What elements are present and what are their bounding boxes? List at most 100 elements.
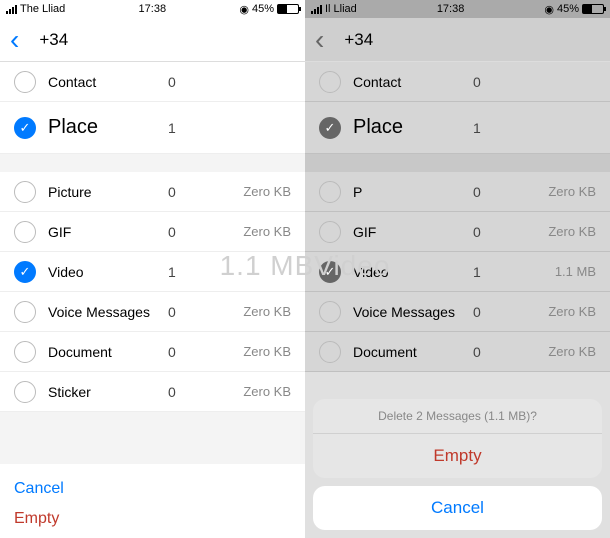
sheet-cancel-button[interactable]: Cancel xyxy=(313,486,602,530)
count-picture: 0 xyxy=(168,184,198,200)
size-gif: Zero KB xyxy=(548,224,596,239)
size-picture: Zero KB xyxy=(243,184,291,199)
row-video[interactable]: ✓ Video 1 xyxy=(0,252,305,292)
check-icon: ✓ xyxy=(20,120,31,136)
size-picture: Zero KB xyxy=(548,184,596,199)
nav-bar: ‹ +34 xyxy=(0,18,305,62)
battery-pct: 45% xyxy=(252,3,274,15)
empty-button[interactable]: Empty xyxy=(14,504,291,534)
nav-title: +34 xyxy=(344,30,373,50)
size-video: 1.1 MB xyxy=(555,264,596,279)
checkbox-place[interactable]: ✓ xyxy=(14,117,36,139)
bottom-toolbar: Cancel Empty xyxy=(0,464,305,538)
row-place[interactable]: ✓ Place 1 xyxy=(0,102,305,154)
size-document: Zero KB xyxy=(548,344,596,359)
checkbox-picture[interactable] xyxy=(14,181,36,203)
section-gap xyxy=(305,154,610,172)
row-place[interactable]: ✓ Place 1 xyxy=(305,102,610,154)
label-document: Document xyxy=(353,344,473,360)
checkbox-gif[interactable] xyxy=(14,221,36,243)
back-chevron-icon[interactable]: ‹ xyxy=(315,26,324,54)
count-document: 0 xyxy=(473,344,503,360)
size-sticker: Zero KB xyxy=(243,384,291,399)
action-sheet: Delete 2 Messages (1.1 MB)? Empty Cancel xyxy=(313,399,602,530)
label-picture: Picture xyxy=(48,184,168,200)
row-document[interactable]: Document 0 Zero KB xyxy=(305,332,610,372)
cancel-button[interactable]: Cancel xyxy=(14,474,291,504)
label-voice: Voice Messages xyxy=(353,304,473,320)
row-contact[interactable]: Contact 0 xyxy=(305,62,610,102)
label-contact: Contact xyxy=(48,74,168,90)
checkbox-voice[interactable] xyxy=(14,301,36,323)
count-place: 1 xyxy=(473,120,503,136)
row-gif[interactable]: GIF 0 Zero KB xyxy=(305,212,610,252)
count-contact: 0 xyxy=(473,74,503,90)
checkbox-video[interactable]: ✓ xyxy=(319,261,341,283)
count-gif: 0 xyxy=(168,224,198,240)
count-document: 0 xyxy=(168,344,198,360)
checkbox-gif[interactable] xyxy=(319,221,341,243)
row-video[interactable]: ✓ Video 1 1.1 MB xyxy=(305,252,610,292)
battery-icon xyxy=(277,4,299,14)
nav-bar: ‹ +34 xyxy=(305,18,610,62)
size-gif: Zero KB xyxy=(243,224,291,239)
label-contact: Contact xyxy=(353,74,473,90)
row-document[interactable]: Document 0 Zero KB xyxy=(0,332,305,372)
count-place: 1 xyxy=(168,120,198,136)
sheet-empty-button[interactable]: Empty xyxy=(313,434,602,478)
count-gif: 0 xyxy=(473,224,503,240)
row-picture[interactable]: Picture 0 Zero KB xyxy=(0,172,305,212)
label-gif: GIF xyxy=(353,224,473,240)
status-bar: Il Lliad 17:38 ◉ 45% xyxy=(305,0,610,18)
checkbox-document[interactable] xyxy=(14,341,36,363)
label-picture: P xyxy=(353,184,473,200)
row-voice[interactable]: Voice Messages 0 Zero KB xyxy=(0,292,305,332)
checkbox-place[interactable]: ✓ xyxy=(319,117,341,139)
row-gif[interactable]: GIF 0 Zero KB xyxy=(0,212,305,252)
checkbox-picture[interactable] xyxy=(319,181,341,203)
label-document: Document xyxy=(48,344,168,360)
count-contact: 0 xyxy=(168,74,198,90)
count-voice: 0 xyxy=(473,304,503,320)
count-picture: 0 xyxy=(473,184,503,200)
label-sticker: Sticker xyxy=(48,384,168,400)
battery-pct: 45% xyxy=(557,3,579,15)
checkbox-contact[interactable] xyxy=(319,71,341,93)
label-video: Video xyxy=(48,264,168,280)
checkbox-document[interactable] xyxy=(319,341,341,363)
size-voice: Zero KB xyxy=(243,304,291,319)
back-chevron-icon[interactable]: ‹ xyxy=(10,26,19,54)
row-picture[interactable]: P 0 Zero KB xyxy=(305,172,610,212)
check-icon: ✓ xyxy=(325,264,336,280)
check-icon: ✓ xyxy=(20,264,31,280)
checkbox-voice[interactable] xyxy=(319,301,341,323)
row-contact[interactable]: Contact 0 xyxy=(0,62,305,102)
sheet-title: Delete 2 Messages (1.1 MB)? xyxy=(313,399,602,434)
row-sticker[interactable]: Sticker 0 Zero KB xyxy=(0,372,305,412)
carrier-label: The Lliad xyxy=(20,3,65,15)
checkbox-sticker[interactable] xyxy=(14,381,36,403)
nav-title: +34 xyxy=(39,30,68,50)
size-voice: Zero KB xyxy=(548,304,596,319)
signal-icon xyxy=(6,5,17,14)
time-label: 17:38 xyxy=(437,3,465,15)
label-video: Video xyxy=(353,264,473,280)
status-bar: The Lliad 17:38 ◉ 45% xyxy=(0,0,305,18)
signal-icon xyxy=(311,5,322,14)
left-screenshot: The Lliad 17:38 ◉ 45% ‹ +34 Contact 0 ✓ … xyxy=(0,0,305,538)
count-voice: 0 xyxy=(168,304,198,320)
count-sticker: 0 xyxy=(168,384,198,400)
time-label: 17:38 xyxy=(139,3,167,15)
checkbox-contact[interactable] xyxy=(14,71,36,93)
label-gif: GIF xyxy=(48,224,168,240)
checkbox-video[interactable]: ✓ xyxy=(14,261,36,283)
section-gap xyxy=(0,412,305,464)
row-voice[interactable]: Voice Messages 0 Zero KB xyxy=(305,292,610,332)
right-screenshot: Il Lliad 17:38 ◉ 45% ‹ +34 Contact 0 ✓ P… xyxy=(305,0,610,538)
check-icon: ✓ xyxy=(325,120,336,136)
count-video: 1 xyxy=(473,264,503,280)
carrier-label: Il Lliad xyxy=(325,3,357,15)
label-voice: Voice Messages xyxy=(48,304,168,320)
size-document: Zero KB xyxy=(243,344,291,359)
label-place: Place xyxy=(48,116,168,139)
